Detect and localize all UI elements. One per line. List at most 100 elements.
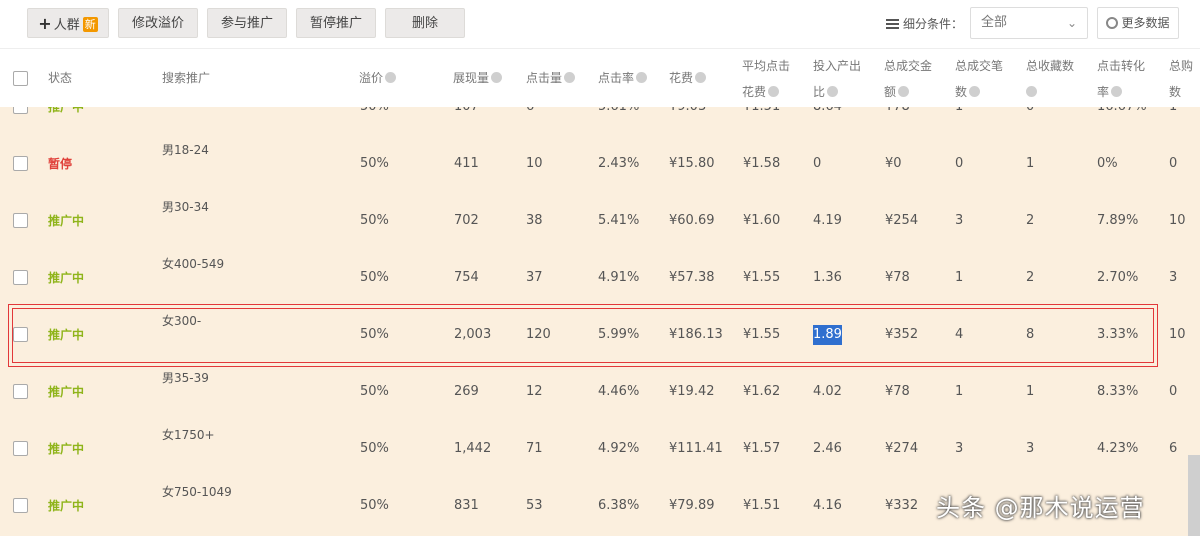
help-icon[interactable] <box>564 72 576 83</box>
table-row[interactable]: 暂停 男18-24 50% 411 10 2.43% ¥15.80 ¥1.58 0 ¥0 0 1 0% 0 <box>0 135 1200 192</box>
filter-label: 细分条件： <box>886 15 963 32</box>
help-icon[interactable] <box>695 72 707 83</box>
cvr-cell: 0% <box>1097 156 1118 171</box>
impressions-cell: 754 <box>454 270 479 285</box>
cost-cell: ¥9.03 <box>669 107 706 117</box>
premium-cell: 50% <box>360 384 389 399</box>
col-roi[interactable]: 投入产出比 <box>813 53 861 105</box>
add-crowd-button[interactable]: + 人群新 <box>27 8 109 38</box>
orders-cell: 4 <box>955 327 964 342</box>
ctr-cell: 5.41% <box>598 213 640 228</box>
clicks-cell: 120 <box>526 327 551 342</box>
row-checkbox[interactable] <box>13 498 28 513</box>
help-icon[interactable] <box>969 86 981 97</box>
row-checkbox[interactable] <box>13 107 28 114</box>
avg-cpc-cell: ¥1.58 <box>743 156 781 171</box>
pause-promotion-button[interactable]: 暂停推广 <box>296 8 376 38</box>
col-roi-label: 投入产出 <box>813 59 862 73</box>
col-cost[interactable]: 花费 <box>669 65 707 91</box>
crowd-name: 女300- <box>162 314 202 328</box>
row-checkbox[interactable] <box>13 384 28 399</box>
col-total-purchases-label-2: 数 <box>1169 85 1182 99</box>
ctr-cell: 4.91% <box>598 270 640 285</box>
roi-cell: 0 <box>813 156 822 171</box>
favorites-cell: 8 <box>1026 327 1035 342</box>
col-premium[interactable]: 溢价 <box>359 65 397 91</box>
total-purchases-cell: 10 <box>1169 327 1186 342</box>
table-row[interactable]: 推广中 女400-549 50% 754 37 4.91% ¥57.38 ¥1.55 1.36 ¥… <box>0 249 1200 306</box>
help-icon[interactable] <box>636 72 648 83</box>
col-cvr[interactable]: 点击转化率 <box>1097 53 1145 105</box>
table-row[interactable]: 推广中 男30-34 50% 702 38 5.41% ¥60.69 ¥1.60 4.19 ¥25… <box>0 192 1200 249</box>
roi-cell: 2.46 <box>813 441 842 456</box>
premium-cell: 50% <box>360 270 389 285</box>
avg-cpc-cell: ¥1.55 <box>743 270 781 285</box>
col-ctr[interactable]: 点击率 <box>598 65 648 91</box>
avg-cpc-cell: ¥1.57 <box>743 441 781 456</box>
favorites-cell: 2 <box>1026 213 1035 228</box>
impressions-cell: 702 <box>454 213 479 228</box>
help-icon[interactable] <box>768 86 780 97</box>
roi-cell-selected: 1.89 <box>813 325 842 345</box>
col-impressions[interactable]: 展现量 <box>453 65 503 91</box>
col-gmv-label-2: 额 <box>884 85 897 99</box>
premium-cell: 50% <box>360 441 389 456</box>
filter-select-value: 全部 <box>981 15 1008 30</box>
row-checkbox[interactable] <box>13 270 28 285</box>
filter-select[interactable]: 全部 ⌄ <box>970 7 1088 39</box>
row-checkbox[interactable] <box>13 327 28 342</box>
col-cost-label: 花费 <box>669 71 694 85</box>
col-clicks[interactable]: 点击量 <box>526 65 576 91</box>
watermark: 头条 @那木说运营 <box>936 494 1145 522</box>
help-icon[interactable] <box>898 86 910 97</box>
help-icon[interactable] <box>827 86 839 97</box>
table-row[interactable]: 推广中 50% 107 6 5.61% ¥9.03 ¥1.51 8.64 ¥78 1 0 16.67%… <box>0 107 1200 135</box>
list-icon <box>886 19 899 29</box>
col-clicks-label: 点击量 <box>526 71 563 85</box>
col-total-purchases[interactable]: 总购数 <box>1169 53 1193 105</box>
col-orders-label: 总成交笔 <box>955 59 1004 73</box>
ctr-cell: 4.46% <box>598 384 640 399</box>
gmv-cell: ¥78 <box>885 270 910 285</box>
row-checkbox[interactable] <box>13 213 28 228</box>
gmv-cell: ¥274 <box>885 441 919 456</box>
join-promotion-button[interactable]: 参与推广 <box>207 8 287 38</box>
col-status: 状态 <box>48 71 73 85</box>
gmv-cell: ¥352 <box>885 327 919 342</box>
add-crowd-label: 人群 <box>53 18 80 33</box>
help-icon[interactable] <box>1026 86 1037 97</box>
more-data-button[interactable]: 更多数据 <box>1097 7 1179 39</box>
orders-cell: 0 <box>955 156 964 171</box>
help-icon[interactable] <box>491 72 503 83</box>
status-badge: 推广中 <box>48 271 85 285</box>
col-search-promo: 搜索推广 <box>162 71 211 85</box>
row-checkbox[interactable] <box>13 441 28 456</box>
plus-icon: + <box>38 14 52 33</box>
col-cvr-label: 点击转化 <box>1097 59 1146 73</box>
col-premium-label: 溢价 <box>359 71 384 85</box>
clicks-cell: 53 <box>526 498 543 513</box>
clicks-cell: 37 <box>526 270 543 285</box>
table-row[interactable]: 推广中 男35-39 50% 269 12 4.46% ¥19.42 ¥1.62 4.02 ¥78… <box>0 363 1200 420</box>
table-row[interactable]: 推广中 女300- 50% 2,003 120 5.99% ¥186.13 ¥1.55 1.89… <box>0 306 1200 363</box>
edit-premium-button[interactable]: 修改溢价 <box>118 8 198 38</box>
help-icon[interactable] <box>385 72 397 83</box>
scrollbar-thumb[interactable] <box>1188 455 1200 536</box>
col-roi-label-2: 比 <box>813 85 826 99</box>
clicks-cell: 6 <box>526 107 534 117</box>
premium-cell: 50% <box>360 498 389 513</box>
col-orders[interactable]: 总成交笔数 <box>955 53 1003 105</box>
col-avg-cpc[interactable]: 平均点击 花费 <box>742 53 790 105</box>
delete-button[interactable]: 删除 <box>385 8 465 38</box>
help-icon[interactable] <box>1111 86 1123 97</box>
col-gmv[interactable]: 总成交金额 <box>884 53 932 105</box>
table-row[interactable]: 推广中 女1750+ 50% 1,442 71 4.92% ¥111.41 ¥1.57 2.46… <box>0 420 1200 477</box>
col-favorites[interactable]: 总收藏数 <box>1026 53 1074 105</box>
roi-cell: 4.02 <box>813 384 842 399</box>
avg-cpc-cell: ¥1.51 <box>743 498 781 513</box>
impressions-cell: 1,442 <box>454 441 492 456</box>
select-all-checkbox[interactable] <box>13 71 28 86</box>
total-purchases-cell: 10 <box>1169 213 1186 228</box>
row-checkbox[interactable] <box>13 156 28 171</box>
cost-cell: ¥111.41 <box>669 441 723 456</box>
